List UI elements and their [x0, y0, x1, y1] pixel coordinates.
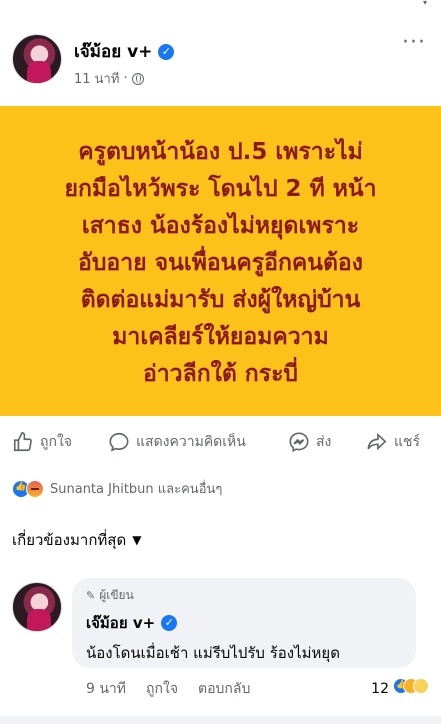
author-line: เจ๊ม้อย v+ ✓ [74, 38, 175, 65]
share-button[interactable]: แชร์ [366, 431, 420, 453]
card-line: ครูตบหน้าน้อง ป.5 เพราะไม่ [78, 139, 363, 165]
share-label: แชร์ [394, 434, 421, 450]
post-header: เจ๊ม้อย v+ ✓ 11 นาที · ··· [12, 32, 429, 94]
comment-button[interactable]: แสดงความคิดเห็น [108, 431, 246, 453]
comment-author-line: เจ๊ม้อย v+ ✓ [86, 611, 402, 635]
separator-dot: · [123, 71, 128, 86]
card-line: อ่าวลีกใต้ กระบี่ [142, 361, 299, 387]
card-line: ติดต่อแม่มารับ ส่งผู้ใหญ่บ้าน [80, 287, 361, 313]
like-button[interactable]: ถูกใจ [12, 431, 72, 453]
sad-icon [413, 678, 429, 694]
comment-reactions[interactable] [393, 678, 429, 694]
bottom-divider [0, 716, 441, 724]
sort-label: เกี่ยวข้องมากที่สุด [12, 531, 127, 549]
author-avatar[interactable] [12, 34, 62, 84]
post-meta: 11 นาที · [74, 68, 144, 89]
author-badge-label: ผู้เขียน [99, 588, 134, 602]
post-card-text: ครูตบหน้าน้อง ป.5 เพราะไม่ ยกมือไหว้พระ … [20, 134, 421, 393]
more-options-icon[interactable]: ··· [399, 32, 429, 60]
comment-bubble[interactable]: ✎ ผู้เขียน เจ๊ม้อย v+ ✓ น้องโดนเมื่อเช้า… [72, 578, 416, 668]
post-time[interactable]: 11 นาที [74, 68, 119, 89]
comment-label: แสดงความคิดเห็น [136, 434, 246, 450]
comment-reply-button[interactable]: ตอบกลับ [198, 678, 250, 700]
angry-icon [26, 479, 44, 498]
comment-text: น้องโดนเมื่อเช้า แม่รีบไปรับ ร้องไม่หยุด [86, 644, 340, 662]
post-text-card[interactable]: ครูตบหน้าน้อง ป.5 เพราะไม่ ยกมือไหว้พระ … [0, 106, 441, 416]
verified-badge-icon: ✓ [158, 43, 175, 60]
send-label: ส่ง [316, 434, 332, 450]
card-line: เสาธง น้องร้องไม่หยุดเพราะ [81, 213, 360, 239]
comment-sort-dropdown[interactable]: เกี่ยวข้องมากที่สุด ▼ [12, 528, 141, 552]
card-line: มาเคลียร์ให้ยอมความ [112, 324, 329, 350]
share-arrow-icon [367, 432, 387, 451]
post-actions-bar: ถูกใจ แสดงความคิดเห็น ส่ง แชร์ [0, 424, 441, 460]
comment-author[interactable]: เจ๊ม้อย v+ [86, 611, 155, 635]
reactions-summary[interactable]: Sunanta Jhitbun และคนอื่นๆ [12, 478, 222, 499]
card-line: ยกมือไหว้พระ โดนไป 2 ที หน้า [64, 176, 377, 202]
commenter-avatar[interactable] [12, 582, 62, 632]
card-line: อับอาย จนเพื่อนครูอีกคนต้อง [78, 250, 363, 276]
send-button[interactable]: ส่ง [288, 431, 331, 453]
comment-reaction-count[interactable]: 12 [371, 681, 389, 697]
pencil-icon: ✎ [86, 589, 96, 602]
like-label: ถูกใจ [40, 434, 72, 450]
comment-like-button[interactable]: ถูกใจ [146, 678, 178, 700]
comment-footer: 9 นาที ถูกใจ ตอบกลับ 12 [86, 678, 429, 700]
reactions-text: Sunanta Jhitbun และคนอื่นๆ [50, 482, 223, 497]
author-name[interactable]: เจ๊ม้อย v+ [74, 38, 152, 65]
thumbs-up-icon [13, 432, 32, 452]
globe-icon [131, 72, 144, 85]
messenger-icon [289, 432, 309, 453]
comment-icon [109, 432, 129, 452]
chevron-down-icon: ▼ [132, 533, 142, 547]
comment-time[interactable]: 9 นาที [86, 678, 126, 700]
status-bar-fragment: ▾ [423, 0, 428, 7]
author-badge: ✎ ผู้เขียน [86, 586, 402, 605]
verified-badge-icon: ✓ [161, 615, 178, 631]
